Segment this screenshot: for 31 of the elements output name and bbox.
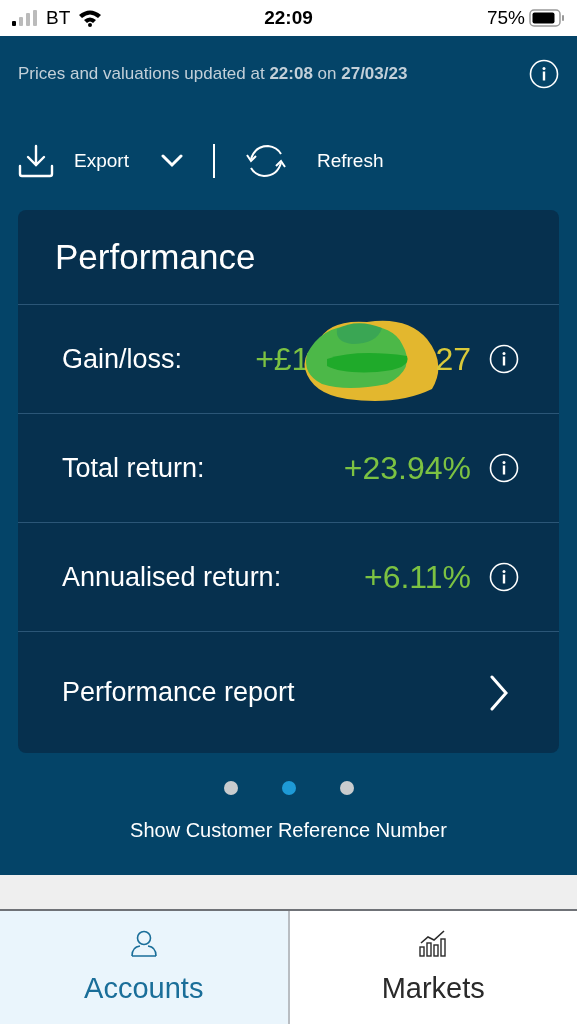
metric-value: +6.11% [363,558,471,597]
reference-link[interactable]: Show Customer Reference Number [130,815,447,845]
refresh-button[interactable]: Refresh [244,143,384,179]
update-notice: Prices and valuations updated at 22:08 on 27/03/23 [18,63,408,86]
signal-icon [12,10,38,26]
chevron-down-icon [160,154,183,168]
refresh-icon [244,143,287,179]
download-icon [18,144,54,178]
info-icon[interactable] [529,59,559,89]
metric-value-end: 27 [435,340,471,379]
metric-label: Gain/loss: [62,342,183,376]
info-icon[interactable] [489,344,519,374]
person-icon [129,929,158,957]
info-icon[interactable] [489,562,519,592]
clock-time: 22:09 [263,5,314,30]
export-button[interactable]: Export [18,144,183,178]
metric-value: +23.94% [343,449,471,488]
wifi-icon [78,9,103,27]
performance-report-link[interactable]: Performance report [18,632,559,753]
chart-icon [419,929,448,957]
metric-label: Annualised return: [62,560,282,594]
metric-label: Total return: [62,451,205,485]
metric-value-start: +£1 [255,340,310,379]
chevron-right-icon [489,674,509,711]
carrier-name: BT [46,5,71,30]
card-title: Performance [55,235,256,278]
battery-percent: 75% [486,5,525,30]
info-icon[interactable] [489,453,519,483]
nav-tab[interactable]: Markets [287,911,577,1024]
battery-icon [529,9,565,27]
nav-tab[interactable]: Accounts [0,911,288,1024]
